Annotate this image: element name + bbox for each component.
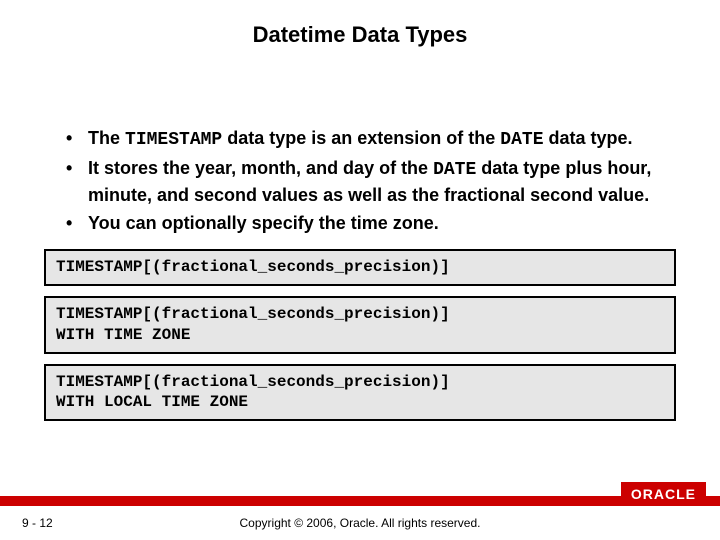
- code-box: TIMESTAMP[(fractional_seconds_precision)…: [44, 249, 676, 286]
- bullet-item: The TIMESTAMP data type is an extension …: [60, 126, 660, 152]
- bullet-text: The: [88, 128, 125, 148]
- content-area: The TIMESTAMP data type is an extension …: [0, 56, 720, 235]
- code-box: TIMESTAMP[(fractional_seconds_precision)…: [44, 296, 676, 354]
- slide: Datetime Data Types The TIMESTAMP data t…: [0, 0, 720, 540]
- codebox-group: TIMESTAMP[(fractional_seconds_precision)…: [0, 239, 720, 421]
- bullet-text: You can optionally specify the time zone…: [88, 213, 439, 233]
- bullet-text: data type.: [544, 128, 633, 148]
- copyright-text: Copyright © 2006, Oracle. All rights res…: [0, 516, 720, 530]
- bullet-item: It stores the year, month, and day of th…: [60, 156, 660, 207]
- code-box: TIMESTAMP[(fractional_seconds_precision)…: [44, 364, 676, 422]
- inline-code: DATE: [500, 130, 543, 150]
- footer-bar: [0, 496, 720, 506]
- slide-title: Datetime Data Types: [0, 0, 720, 56]
- inline-code: TIMESTAMP: [125, 130, 222, 150]
- bullet-text: data type is an extension of the: [222, 128, 500, 148]
- footer: ORACLE 9 - 12 Copyright © 2006, Oracle. …: [0, 498, 720, 540]
- inline-code: DATE: [433, 160, 476, 180]
- bullet-item: You can optionally specify the time zone…: [60, 211, 660, 235]
- oracle-logo: ORACLE: [621, 482, 706, 506]
- bullet-list: The TIMESTAMP data type is an extension …: [60, 126, 660, 235]
- bullet-text: It stores the year, month, and day of th…: [88, 158, 433, 178]
